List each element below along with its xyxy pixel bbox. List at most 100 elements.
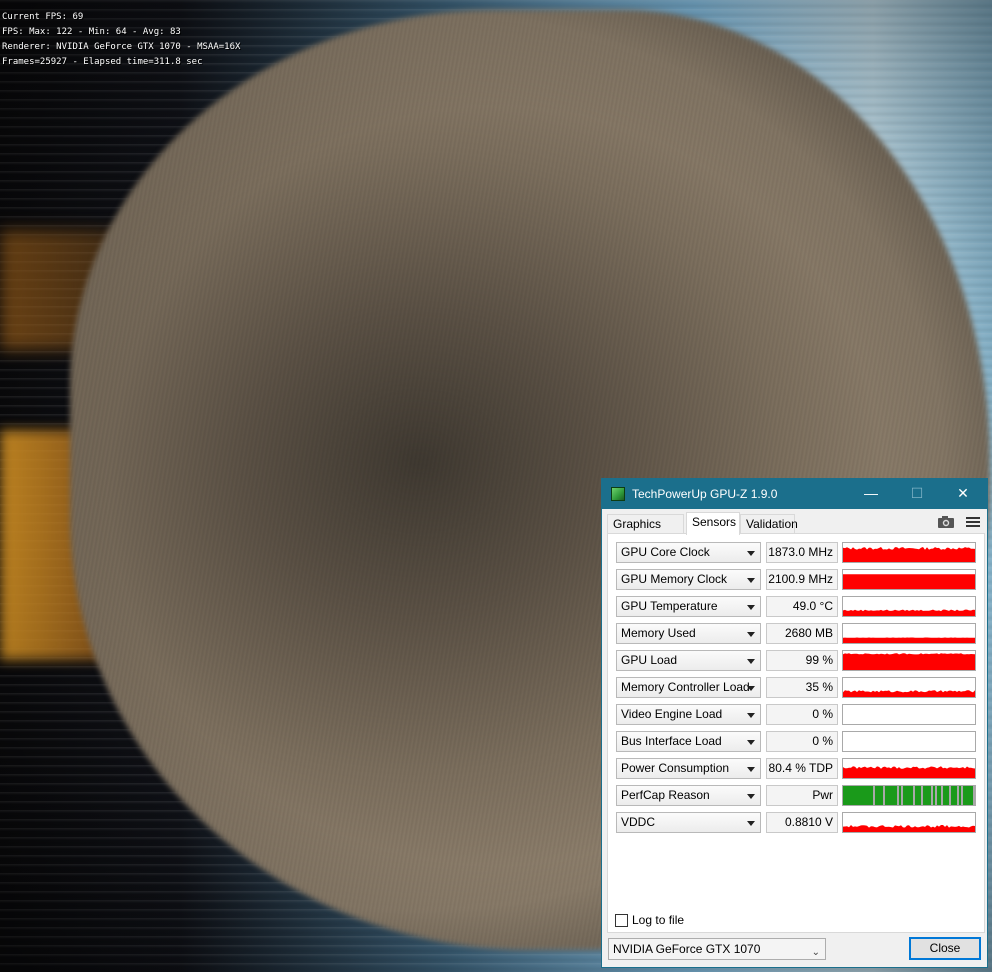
perfcap-graph-bar	[891, 786, 893, 805]
sensor-value: 35 %	[766, 677, 838, 698]
camera-icon[interactable]	[937, 515, 955, 529]
sensor-name-label: Memory Used	[621, 626, 696, 640]
minimize-button[interactable]: —	[848, 479, 894, 509]
sensors-panel: GPU Core Clock 1873.0 MHz GPU Memory Clock…	[607, 533, 985, 933]
perfcap-graph-bar	[863, 786, 865, 805]
perfcap-graph-bar	[865, 786, 867, 805]
current-fps: Current FPS: 69	[2, 12, 84, 22]
perfcap-graph-bar	[893, 786, 895, 805]
sensor-graph	[842, 623, 976, 644]
tab-validation[interactable]: Validation	[740, 514, 798, 534]
perfcap-graph-bar	[959, 786, 961, 805]
perfcap-graph-bar	[923, 786, 925, 805]
sensor-name-dropdown[interactable]: VDDC	[616, 812, 761, 833]
perfcap-graph-bar	[957, 786, 959, 805]
perfcap-graph-bar	[867, 786, 869, 805]
dropdown-arrow-icon	[747, 821, 755, 826]
dropdown-arrow-icon	[747, 659, 755, 664]
perfcap-graph-bar	[897, 786, 899, 805]
sensor-name-label: GPU Load	[621, 653, 678, 667]
chevron-down-icon: ⌄	[811, 947, 820, 958]
perfcap-graph-bar	[929, 786, 931, 805]
gpuz-window: TechPowerUp GPU-Z 1.9.0 — ☐ ✕ Graphics C…	[601, 478, 988, 968]
perfcap-graph-bar	[857, 786, 859, 805]
sensor-graph	[842, 758, 976, 779]
sensor-name-dropdown[interactable]: Bus Interface Load	[616, 731, 761, 752]
fps-summary: FPS: Max: 122 - Min: 64 - Avg: 83	[2, 27, 181, 37]
maximize-button[interactable]: ☐	[894, 479, 940, 509]
sensor-value: 2680 MB	[766, 623, 838, 644]
perfcap-graph-bar	[905, 786, 907, 805]
sensor-graph	[842, 569, 976, 590]
sensor-row: GPU Memory Clock 2100.9 MHz	[616, 569, 978, 591]
perfcap-graph-bar	[875, 786, 877, 805]
sensor-graph	[842, 677, 976, 698]
close-button[interactable]: Close	[909, 937, 981, 960]
sensor-graph	[842, 731, 976, 752]
perfcap-graph-bar	[843, 786, 845, 805]
perfcap-graph-bar	[881, 786, 883, 805]
sensor-value: 80.4 % TDP	[766, 758, 838, 779]
perfcap-graph-bar	[973, 786, 975, 805]
sensor-row: Video Engine Load 0 %	[616, 704, 978, 726]
sensor-row: Bus Interface Load 0 %	[616, 731, 978, 753]
sensor-name-dropdown[interactable]: Power Consumption	[616, 758, 761, 779]
perfcap-graph-bar	[941, 786, 943, 805]
sensor-name-dropdown[interactable]: GPU Load	[616, 650, 761, 671]
sensor-row: GPU Temperature 49.0 °C	[616, 596, 978, 618]
sensor-name-dropdown[interactable]: Video Engine Load	[616, 704, 761, 725]
perfcap-graph-bar	[913, 786, 915, 805]
sensor-history-area	[843, 766, 975, 778]
perfcap-graph-bar	[953, 786, 955, 805]
sensor-value: 49.0 °C	[766, 596, 838, 617]
perfcap-graph-bar	[969, 786, 971, 805]
perfcap-graph-bar	[935, 786, 937, 805]
sensor-graph	[842, 812, 976, 833]
sensor-graph	[842, 596, 976, 617]
close-window-button[interactable]: ✕	[940, 479, 986, 509]
perfcap-graph-bar	[861, 786, 863, 805]
benchmark-stats-overlay: Current FPS: 69 FPS: Max: 122 - Min: 64 …	[2, 10, 240, 70]
sensor-name-dropdown[interactable]: Memory Controller Load	[616, 677, 761, 698]
sensor-name-dropdown[interactable]: PerfCap Reason	[616, 785, 761, 806]
perfcap-graph-bar	[855, 786, 857, 805]
perfcap-graph-bar	[847, 786, 849, 805]
perfcap-graph-bar	[887, 786, 889, 805]
hamburger-menu-icon[interactable]	[965, 515, 981, 529]
perfcap-graph-bar	[933, 786, 935, 805]
sensor-name-label: VDDC	[621, 815, 656, 829]
sensor-name-label: GPU Temperature	[621, 599, 718, 613]
sensor-value: 2100.9 MHz	[766, 569, 838, 590]
tab-graphics-card[interactable]: Graphics Card	[607, 514, 684, 549]
sensor-name-dropdown[interactable]: GPU Memory Clock	[616, 569, 761, 590]
dropdown-arrow-icon	[747, 578, 755, 583]
gpu-select-value: NVIDIA GeForce GTX 1070	[613, 942, 761, 956]
sensor-history-area	[843, 653, 975, 670]
perfcap-graph-bar	[873, 786, 875, 805]
perfcap-graph-bar	[937, 786, 939, 805]
dropdown-arrow-icon	[747, 794, 755, 799]
sensor-history-area	[843, 547, 975, 562]
dropdown-arrow-icon	[747, 551, 755, 556]
perfcap-graph-bar	[945, 786, 947, 805]
sensor-name-dropdown[interactable]: GPU Temperature	[616, 596, 761, 617]
checkbox-box[interactable]	[615, 914, 628, 927]
perfcap-graph-bar	[903, 786, 905, 805]
sensor-name-dropdown[interactable]: GPU Core Clock	[616, 542, 761, 563]
perfcap-graph-bar	[961, 786, 963, 805]
perfcap-graph-bar	[915, 786, 917, 805]
perfcap-graph-bar	[949, 786, 951, 805]
sensor-row: GPU Core Clock 1873.0 MHz	[616, 542, 978, 564]
sensor-name-dropdown[interactable]: Memory Used	[616, 623, 761, 644]
dropdown-arrow-icon	[747, 767, 755, 772]
sensor-history-area	[843, 609, 975, 616]
perfcap-graph-bar	[955, 786, 957, 805]
title-bar[interactable]: TechPowerUp GPU-Z 1.9.0 — ☐ ✕	[602, 479, 987, 509]
tab-sensors[interactable]: Sensors	[686, 512, 740, 535]
sensor-value: 0 %	[766, 704, 838, 725]
dropdown-arrow-icon	[747, 632, 755, 637]
gpu-select-dropdown[interactable]: NVIDIA GeForce GTX 1070 ⌄	[608, 938, 826, 960]
perfcap-graph-bar	[877, 786, 879, 805]
perfcap-graph-bar	[901, 786, 903, 805]
sensor-name-label: GPU Core Clock	[621, 545, 710, 559]
